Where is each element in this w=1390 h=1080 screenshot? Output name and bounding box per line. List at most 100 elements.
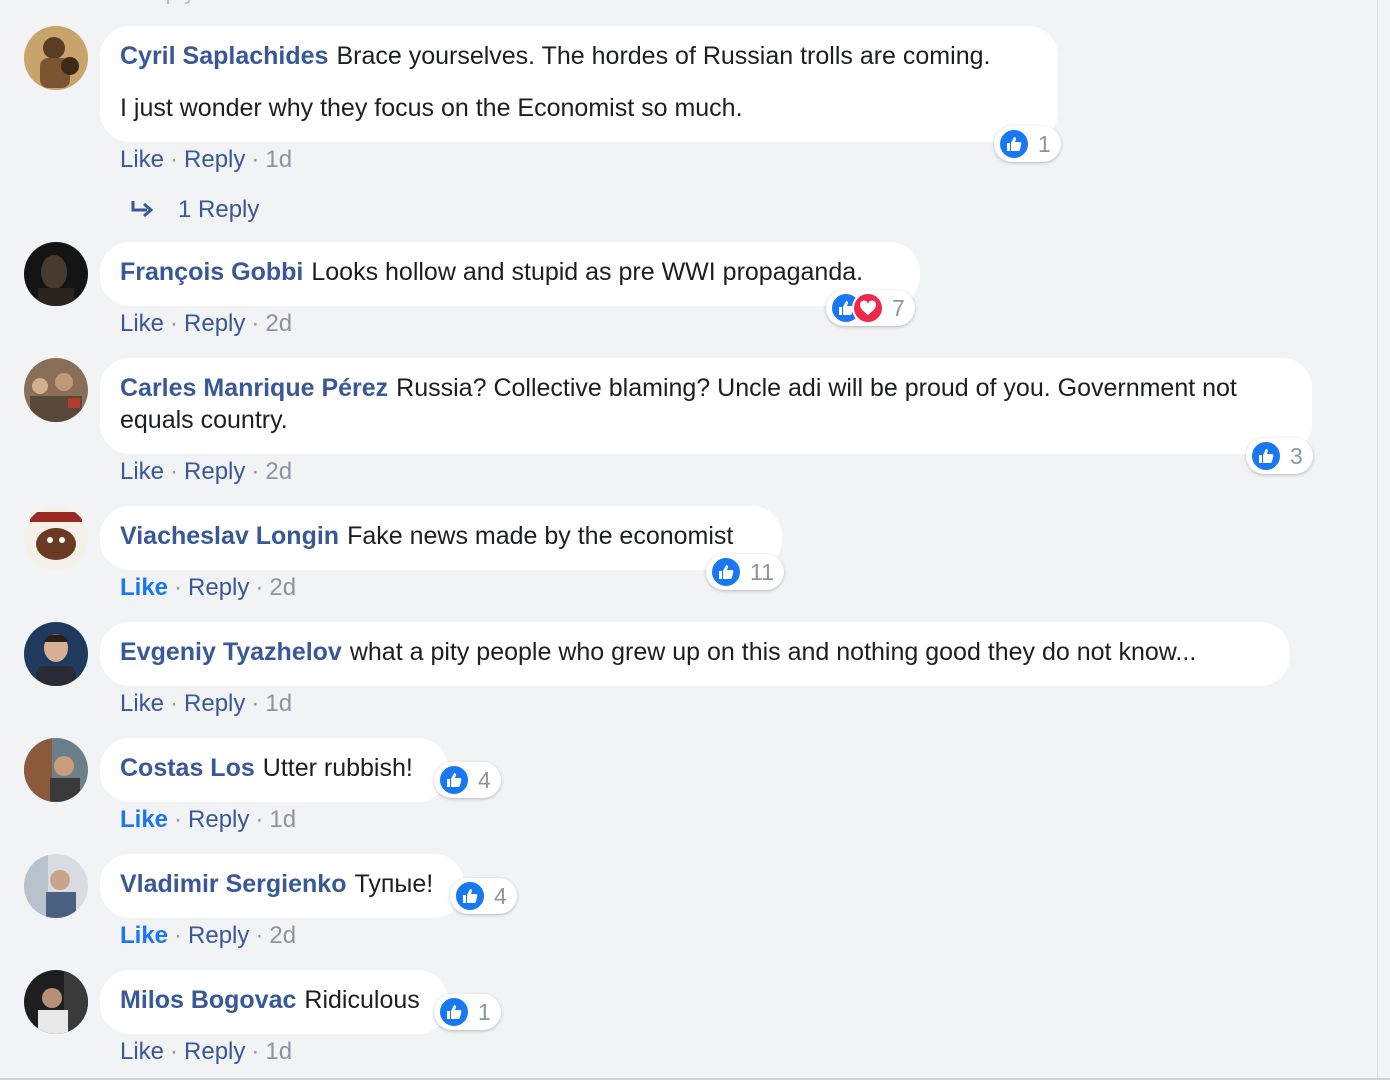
reply-button[interactable]: Reply [184, 310, 245, 337]
comment-author[interactable]: Milos Bogovac [120, 986, 296, 1014]
comment-bubble: Viacheslav Longin Fake news made by the e… [100, 506, 782, 570]
like-button[interactable]: Like [120, 690, 164, 717]
reply-button[interactable]: Reply [184, 458, 245, 485]
separator: · [174, 574, 183, 601]
avatar[interactable] [24, 506, 88, 570]
reply-button[interactable]: Reply [188, 922, 249, 949]
reaction-summary[interactable]: 1 [434, 994, 501, 1030]
comment-bubble: Vladimir Sergienko Тупые! [100, 854, 464, 918]
reaction-count: 1 [478, 998, 491, 1025]
like-reaction-icon [1250, 440, 1282, 472]
comment-author[interactable]: Viacheslav Longin [120, 522, 339, 550]
like-button[interactable]: Like [120, 922, 168, 949]
separator: · [170, 146, 179, 173]
replies-count-label[interactable]: 1 Reply [178, 196, 259, 224]
comment-timestamp[interactable]: 2d [265, 458, 292, 485]
reply-button[interactable]: Reply [184, 690, 245, 717]
avatar[interactable] [24, 26, 88, 90]
scrollbar[interactable] [1377, 0, 1390, 1080]
like-reaction-icon [438, 996, 470, 1028]
comment-text: Fake news made by the economist [347, 522, 734, 550]
comment-author[interactable]: Evgeniy Tyazhelov [120, 638, 342, 666]
comment-actions: Like · Reply · 1d [120, 690, 292, 718]
comment-timestamp[interactable]: 1d [269, 806, 296, 833]
comment-text: Utter rubbish! [262, 754, 413, 782]
comment-actions: Like · Reply · 1d [120, 806, 296, 834]
reply-button[interactable]: Reply [184, 146, 245, 173]
reaction-count: 7 [892, 294, 905, 321]
separator: · [170, 690, 179, 717]
separator: · [255, 574, 264, 601]
reaction-summary[interactable]: 7 [826, 290, 915, 326]
comment-author[interactable]: Carles Manrique Pérez [120, 374, 388, 402]
reaction-summary[interactable]: 11 [706, 554, 784, 590]
comment-text: Тупые! [354, 870, 434, 898]
reply-button[interactable]: Reply [188, 574, 249, 601]
comment-actions: Like · Reply · 2d [120, 310, 292, 338]
comment-timestamp[interactable]: 2d [265, 310, 292, 337]
comment-timestamp[interactable]: 1d [265, 690, 292, 717]
comment-author[interactable]: François Gobbi [120, 258, 303, 286]
comment-author[interactable]: Vladimir Sergienko [120, 870, 346, 898]
like-button[interactable]: Like [120, 806, 168, 833]
like-reaction-icon [454, 880, 486, 912]
separator: · [251, 310, 260, 337]
separator: · [174, 806, 183, 833]
comment-text: what a pity people who grew up on this a… [349, 638, 1197, 666]
like-reaction-icon [438, 764, 470, 796]
comment-bubble: Evgeniy Tyazhelov what a pity people who … [100, 622, 1290, 686]
reaction-count: 11 [750, 558, 774, 585]
reaction-count: 4 [494, 882, 507, 909]
like-reaction-icon [998, 128, 1030, 160]
reaction-count: 3 [1290, 442, 1303, 469]
separator: · [251, 458, 260, 485]
reaction-summary[interactable]: 4 [434, 762, 501, 798]
comment-bubble: François Gobbi Looks hollow and stupid as… [100, 242, 920, 306]
like-button[interactable]: Like [120, 310, 164, 337]
avatar[interactable] [24, 854, 88, 918]
separator: · [251, 1038, 260, 1065]
like-button[interactable]: Like [120, 146, 164, 173]
like-button[interactable]: Like [120, 458, 164, 485]
avatar[interactable] [24, 970, 88, 1034]
avatar[interactable] [24, 738, 88, 802]
avatar[interactable] [24, 622, 88, 686]
view-replies-link[interactable]: 1 Reply [130, 196, 259, 224]
comment-timestamp[interactable]: 1d [265, 146, 292, 173]
comment-timestamp[interactable]: 2d [269, 922, 296, 949]
reaction-count: 4 [478, 766, 491, 793]
comment-text: Brace yourselves. The hordes of Russian … [336, 42, 991, 70]
like-button[interactable]: Like [120, 574, 168, 601]
reaction-summary[interactable]: 4 [450, 878, 517, 914]
avatar[interactable] [24, 242, 88, 306]
comment-actions: Like · Reply · 2d [120, 574, 296, 602]
reaction-summary[interactable]: 1 [994, 126, 1061, 162]
like-reaction-icon [710, 556, 742, 588]
separator: · [255, 922, 264, 949]
comment-author[interactable]: Costas Los [120, 754, 255, 782]
comment-bubble: Costas Los Utter rubbish! [100, 738, 448, 802]
reply-button[interactable]: Reply [188, 806, 249, 833]
comment-timestamp[interactable]: 1d [265, 1038, 292, 1065]
reaction-count: 1 [1038, 130, 1051, 157]
love-icon [852, 292, 884, 324]
previous-comment-clipped: · Reply · [0, 0, 1390, 6]
separator: · [170, 1038, 179, 1065]
comment-text: Looks hollow and stupid as pre WWI propa… [311, 258, 864, 286]
comment-text: Ridiculous [304, 986, 420, 1014]
comment-timestamp[interactable]: 2d [269, 574, 296, 601]
comment-bubble: Carles Manrique Pérez Russia? Collective … [100, 358, 1312, 454]
avatar[interactable] [24, 358, 88, 422]
like-button[interactable]: Like [120, 1038, 164, 1065]
reaction-summary[interactable]: 3 [1246, 438, 1313, 474]
separator: · [255, 806, 264, 833]
comment-bubble: Milos Bogovac Ridiculous [100, 970, 448, 1034]
comment-actions: Like · Reply · 1d [120, 146, 292, 174]
previous-comment-actions-clipped: · Reply · [120, 0, 211, 6]
separator: · [170, 458, 179, 485]
comment-author[interactable]: Cyril Saplachides [120, 42, 328, 70]
comment-text-line-2: I just wonder why they focus on the Econ… [120, 94, 743, 122]
comment-actions: Like · Reply · 2d [120, 458, 292, 486]
reply-button[interactable]: Reply [184, 1038, 245, 1065]
separator: · [251, 146, 260, 173]
